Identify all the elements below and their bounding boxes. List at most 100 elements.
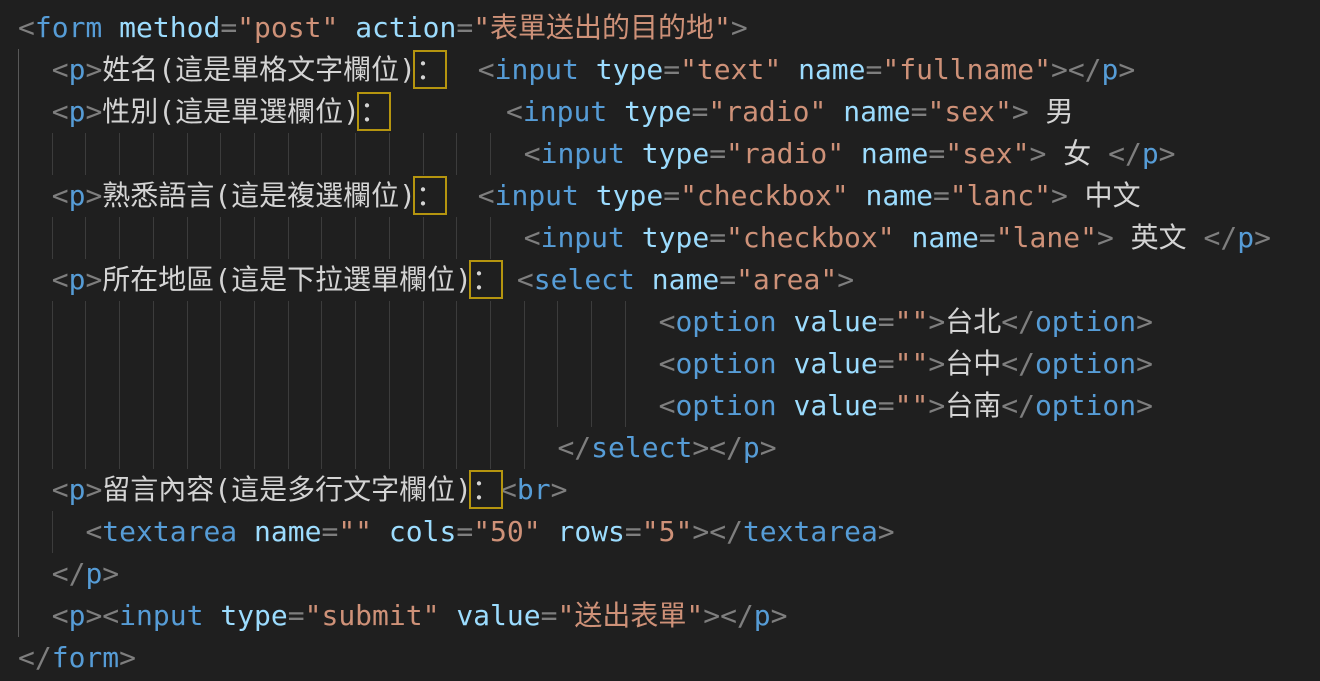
indent-guide xyxy=(119,343,120,385)
code-punctuation: < xyxy=(659,389,676,422)
code-punctuation: < xyxy=(478,179,495,212)
code-punctuation: > xyxy=(1159,137,1176,170)
code-tag-name: input xyxy=(495,179,579,212)
code-text: 台南 xyxy=(945,389,1001,422)
code-tag-name: p xyxy=(69,179,86,212)
code-punctuation: = xyxy=(878,347,895,380)
code-tag-name: p xyxy=(69,263,86,296)
code-tag-name: input xyxy=(541,221,625,254)
code-punctuation: = xyxy=(288,599,305,632)
indent-guide xyxy=(288,217,289,259)
indent-guide xyxy=(490,133,491,175)
code-line[interactable]: <input type="checkbox" name="lane"> 英文 <… xyxy=(18,217,1320,259)
code-punctuation: </ xyxy=(557,431,591,464)
code-line[interactable]: <textarea name="" cols="50" rows="5"></t… xyxy=(18,511,1320,553)
code-attribute-value: "text" xyxy=(680,53,781,86)
code-attribute-name: method xyxy=(119,11,220,44)
code-punctuation: = xyxy=(625,515,642,548)
code-line[interactable]: <option value="">台南</option> xyxy=(18,385,1320,427)
code-line[interactable]: <input type="radio" name="sex"> 女 </p> xyxy=(18,133,1320,175)
code-punctuation: > xyxy=(692,431,709,464)
indent-guide xyxy=(119,385,120,427)
leading-indent xyxy=(18,305,659,338)
code-tag-name: p xyxy=(69,95,86,128)
code-tag-name: option xyxy=(675,389,776,422)
code-whitespace xyxy=(500,263,517,296)
indent-guide xyxy=(85,343,86,385)
code-line[interactable]: </select></p> xyxy=(18,427,1320,469)
code-line[interactable]: <option value="">台中</option> xyxy=(18,343,1320,385)
code-whitespace xyxy=(777,389,794,422)
code-punctuation: </ xyxy=(1001,347,1035,380)
code-tag-name: p xyxy=(743,431,760,464)
indent-guide xyxy=(321,343,322,385)
code-attribute-value: "radio" xyxy=(708,95,826,128)
indent-guide xyxy=(85,217,86,259)
code-attribute-value: "表單送出的目的地" xyxy=(473,11,731,44)
code-punctuation: = xyxy=(663,53,680,86)
code-whitespace xyxy=(102,11,119,44)
indent-guide xyxy=(557,343,558,385)
code-punctuation: > xyxy=(1051,179,1068,212)
code-line[interactable]: </form> xyxy=(18,637,1320,679)
code-attribute-name: name xyxy=(866,179,933,212)
code-attribute-name: name xyxy=(652,263,719,296)
code-punctuation: > xyxy=(119,641,136,674)
code-line[interactable]: <p><input type="submit" value="送出表單"></p… xyxy=(18,595,1320,637)
code-whitespace xyxy=(781,53,798,86)
code-punctuation: < xyxy=(478,53,495,86)
indent-guide xyxy=(153,133,154,175)
code-tag-name: p xyxy=(69,53,86,86)
code-punctuation: </ xyxy=(1204,221,1238,254)
leading-indent xyxy=(18,179,52,212)
indent-guide xyxy=(321,385,322,427)
code-line[interactable]: <form method="post" action="表單送出的目的地"> xyxy=(18,7,1320,49)
code-punctuation: = xyxy=(878,305,895,338)
code-punctuation: </ xyxy=(18,641,52,674)
code-line[interactable]: </p> xyxy=(18,553,1320,595)
indent-guide xyxy=(52,301,53,343)
code-whitespace xyxy=(237,515,254,548)
code-punctuation: </ xyxy=(1001,389,1035,422)
code-punctuation: > xyxy=(703,599,720,632)
code-line[interactable]: <option value="">台北</option> xyxy=(18,301,1320,343)
indent-guide xyxy=(52,133,53,175)
code-whitespace xyxy=(826,95,843,128)
code-text: 性別(這是單選欄位) xyxy=(102,95,360,128)
indent-guide xyxy=(18,217,19,259)
indent-guide xyxy=(389,217,390,259)
code-line[interactable]: <p>姓名(這是單格文字欄位)： <input type="text" name… xyxy=(18,49,1320,91)
indent-guide xyxy=(524,343,525,385)
code-punctuation: = xyxy=(866,53,883,86)
indent-guide xyxy=(321,427,322,469)
code-text: 留言內容(這是多行文字欄位) xyxy=(102,473,472,506)
indent-guide xyxy=(288,427,289,469)
indent-guide xyxy=(18,133,19,175)
code-punctuation: </ xyxy=(720,599,754,632)
code-line[interactable]: <p>性別(這是單選欄位)： <input type="radio" name=… xyxy=(18,91,1320,133)
code-line[interactable]: <p>留言內容(這是多行文字欄位)：<br> xyxy=(18,469,1320,511)
code-punctuation: = xyxy=(709,221,726,254)
indent-guide xyxy=(557,301,558,343)
indent-guide xyxy=(591,343,592,385)
code-line[interactable]: <p>熟悉語言(這是複選欄位)： <input type="checkbox" … xyxy=(18,175,1320,217)
indent-guide xyxy=(153,385,154,427)
code-tag-name: input xyxy=(119,599,203,632)
code-whitespace xyxy=(635,263,652,296)
indent-guide xyxy=(389,301,390,343)
indent-guide xyxy=(524,385,525,427)
code-whitespace xyxy=(607,95,624,128)
leading-indent xyxy=(18,95,52,128)
indent-guide xyxy=(389,385,390,427)
indent-guide xyxy=(85,427,86,469)
code-line[interactable]: <p>所在地區(這是下拉選單欄位)： <select name="area"> xyxy=(18,259,1320,301)
code-punctuation: < xyxy=(85,515,102,548)
leading-indent xyxy=(18,557,52,590)
code-attribute-value: "lanc" xyxy=(950,179,1051,212)
code-punctuation: < xyxy=(517,263,534,296)
indent-guide xyxy=(456,217,457,259)
code-punctuation: > xyxy=(1254,221,1271,254)
code-punctuation: < xyxy=(500,473,517,506)
unicode-highlighted-char: ： xyxy=(416,179,444,212)
code-editor[interactable]: <form method="post" action="表單送出的目的地"> <… xyxy=(0,0,1320,681)
